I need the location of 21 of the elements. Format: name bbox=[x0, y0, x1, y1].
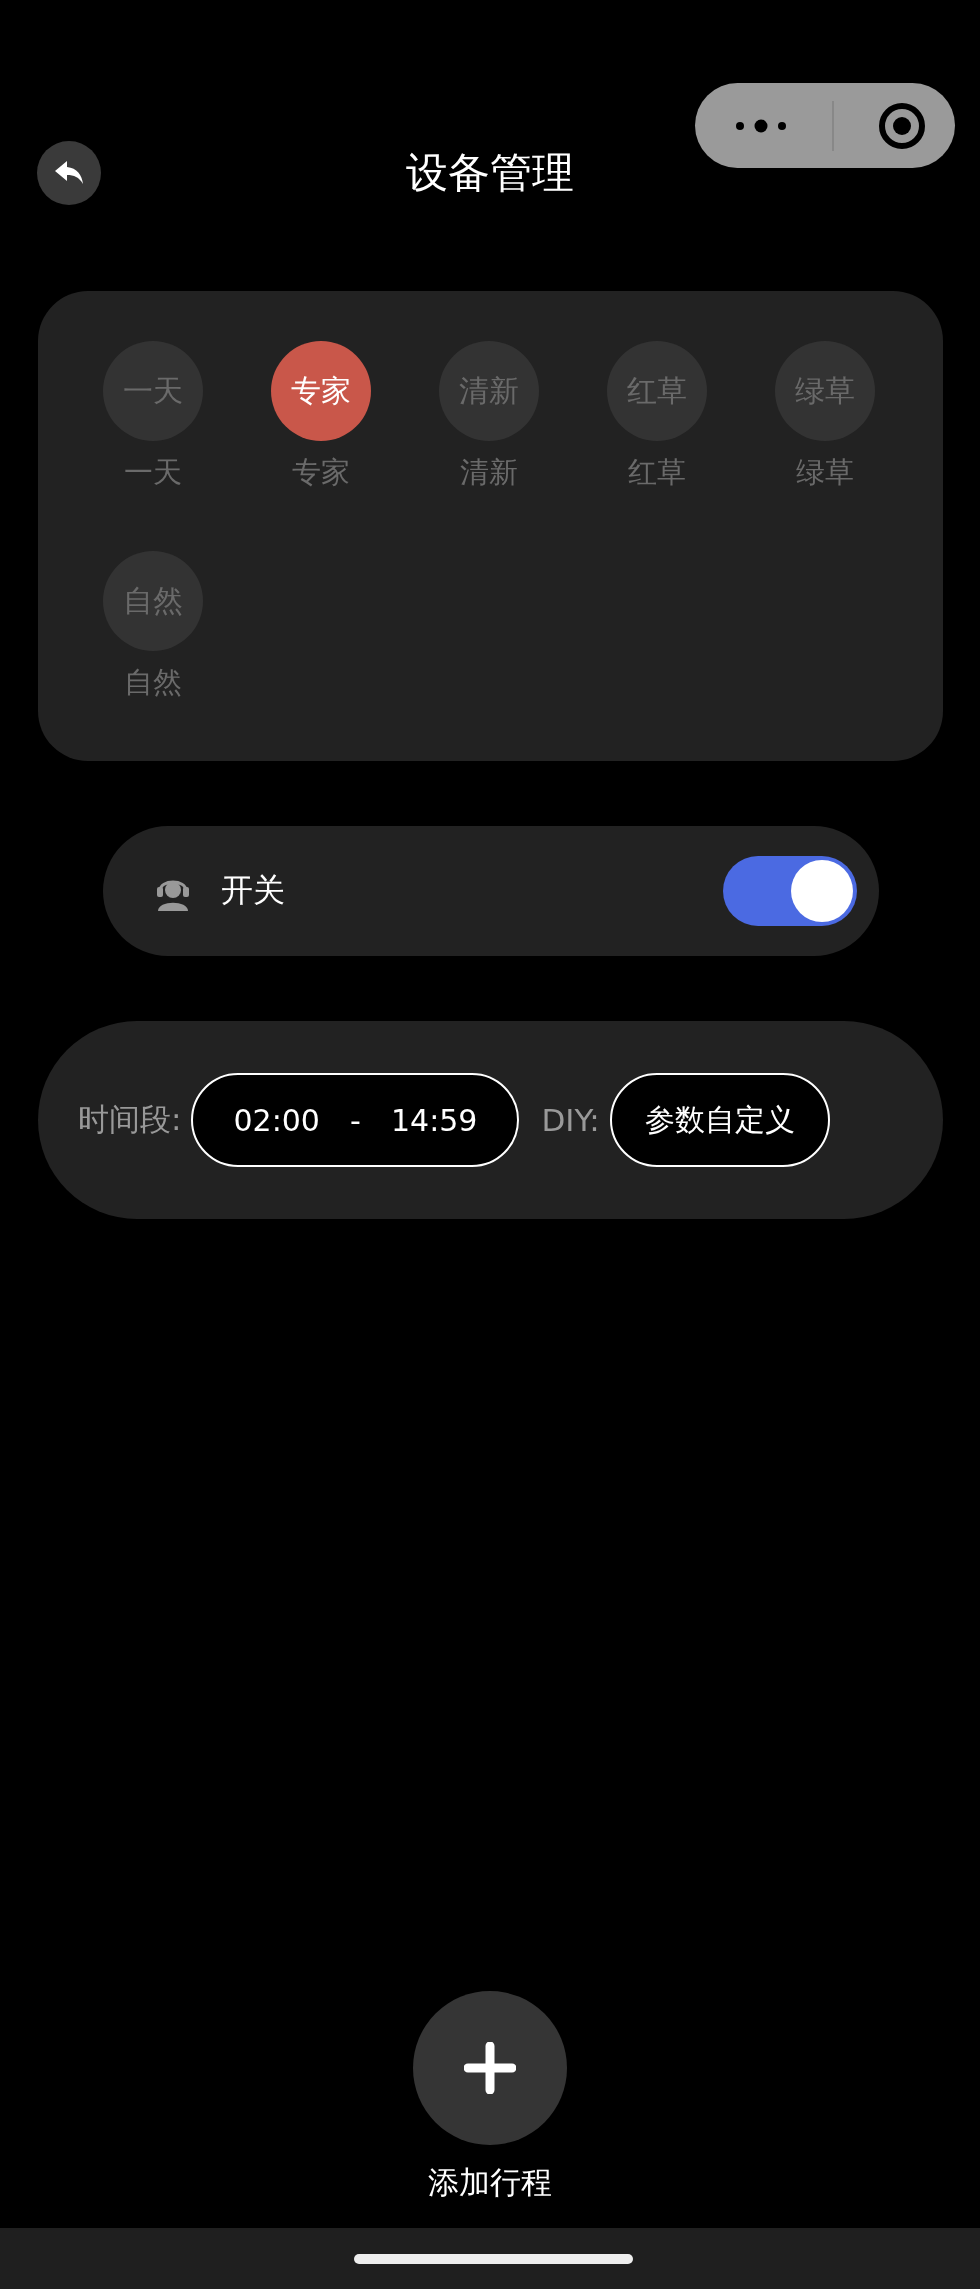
close-icon[interactable] bbox=[878, 101, 926, 150]
time-range-field[interactable]: 02:00 - 14:59 bbox=[191, 1073, 520, 1167]
diy-label: DIY: bbox=[541, 1102, 600, 1138]
plus-icon bbox=[464, 2042, 516, 2094]
time-separator: - bbox=[350, 1102, 361, 1138]
mode-button[interactable]: 专家 bbox=[271, 341, 371, 441]
mode-label: 清新 bbox=[460, 454, 518, 491]
mode-label: 一天 bbox=[124, 454, 182, 491]
more-icon[interactable] bbox=[735, 118, 787, 133]
end-time: 14:59 bbox=[390, 1102, 478, 1138]
mode-label: 专家 bbox=[292, 454, 350, 491]
add-label: 添加行程 bbox=[428, 2163, 552, 2202]
back-arrow-icon bbox=[54, 160, 84, 186]
mode-label: 自然 bbox=[124, 664, 182, 701]
switch-label: 开关 bbox=[221, 870, 286, 911]
mode-label: 红草 bbox=[628, 454, 686, 491]
mode-label: 绿草 bbox=[796, 454, 854, 491]
page-title: 设备管理 bbox=[406, 147, 575, 199]
time-range-label: 时间段: bbox=[78, 1100, 182, 1139]
start-time: 02:00 bbox=[233, 1102, 320, 1138]
custom-params-button[interactable]: 参数自定义 bbox=[609, 1073, 830, 1167]
